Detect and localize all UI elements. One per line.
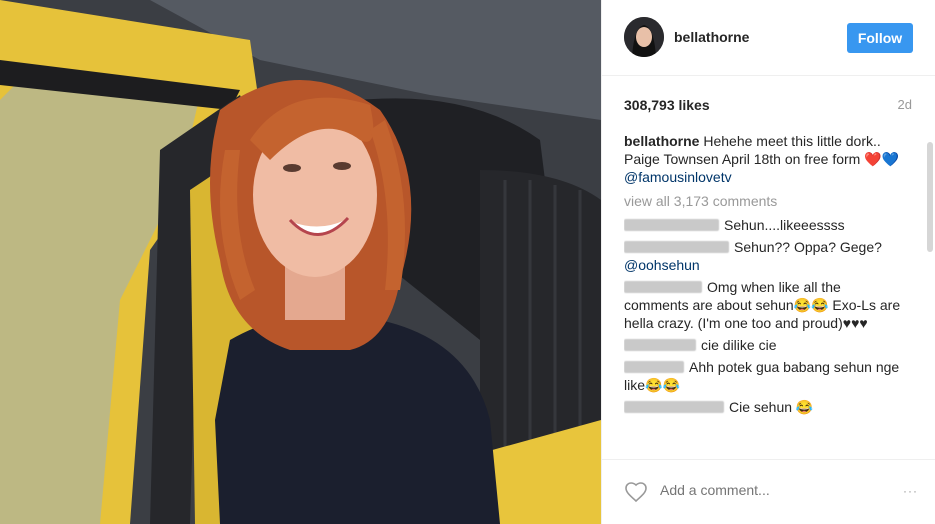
comment-item: Ahh potek gua babang sehun nge like😂😂: [624, 358, 908, 394]
comments-scrollbar[interactable]: [926, 132, 933, 458]
avatar-image: [624, 17, 664, 57]
follow-button[interactable]: Follow: [847, 23, 913, 53]
avatar[interactable]: [624, 17, 664, 57]
blurred-username[interactable]: [624, 281, 702, 293]
scrollbar-thumb[interactable]: [927, 142, 933, 252]
view-all-comments-link[interactable]: view all 3,173 comments: [624, 192, 908, 210]
comment-mention[interactable]: @oohsehun: [624, 257, 700, 273]
comment-text: Sehun?? Oppa? Gege?: [734, 239, 882, 255]
heart-icon[interactable]: [624, 480, 648, 504]
caption-username[interactable]: bellathorne: [624, 133, 699, 149]
blurred-username[interactable]: [624, 339, 696, 351]
comment-text: cie dilike cie: [701, 337, 777, 353]
post-details-panel: bellathorne Follow 308,793 likes 2d bell…: [601, 0, 935, 524]
caption: bellathorne Hehehe meet this little dork…: [624, 132, 908, 186]
comment-item: cie dilike cie: [624, 336, 908, 354]
more-options-icon[interactable]: ···: [903, 484, 918, 498]
caption-mention[interactable]: @famousinlovetv: [624, 169, 732, 185]
blurred-username[interactable]: [624, 361, 684, 373]
comment-footer: ···: [602, 459, 935, 524]
comment-text: Sehun....likeeessss: [724, 217, 845, 233]
comment-item: Cie sehun 😂: [624, 398, 908, 416]
post-photo-illustration: [0, 0, 601, 524]
blurred-username[interactable]: [624, 241, 729, 253]
comment-item: Omg when like all the comments are about…: [624, 278, 908, 332]
blurred-username[interactable]: [624, 219, 719, 231]
comment-item: Sehun?? Oppa? Gege? @oohsehun: [624, 238, 908, 274]
post-photo[interactable]: [0, 0, 601, 524]
post-username[interactable]: bellathorne: [674, 29, 749, 45]
post-time-ago[interactable]: 2d: [898, 97, 912, 112]
comments-list: bellathorne Hehehe meet this little dork…: [624, 132, 908, 458]
post-header: bellathorne Follow: [602, 0, 935, 76]
likes-count[interactable]: 308,793 likes: [624, 97, 710, 113]
comment-item: Sehun....likeeessss: [624, 216, 908, 234]
add-comment-input[interactable]: [660, 482, 850, 498]
blurred-username[interactable]: [624, 401, 724, 413]
comment-text: Cie sehun 😂: [729, 399, 814, 415]
